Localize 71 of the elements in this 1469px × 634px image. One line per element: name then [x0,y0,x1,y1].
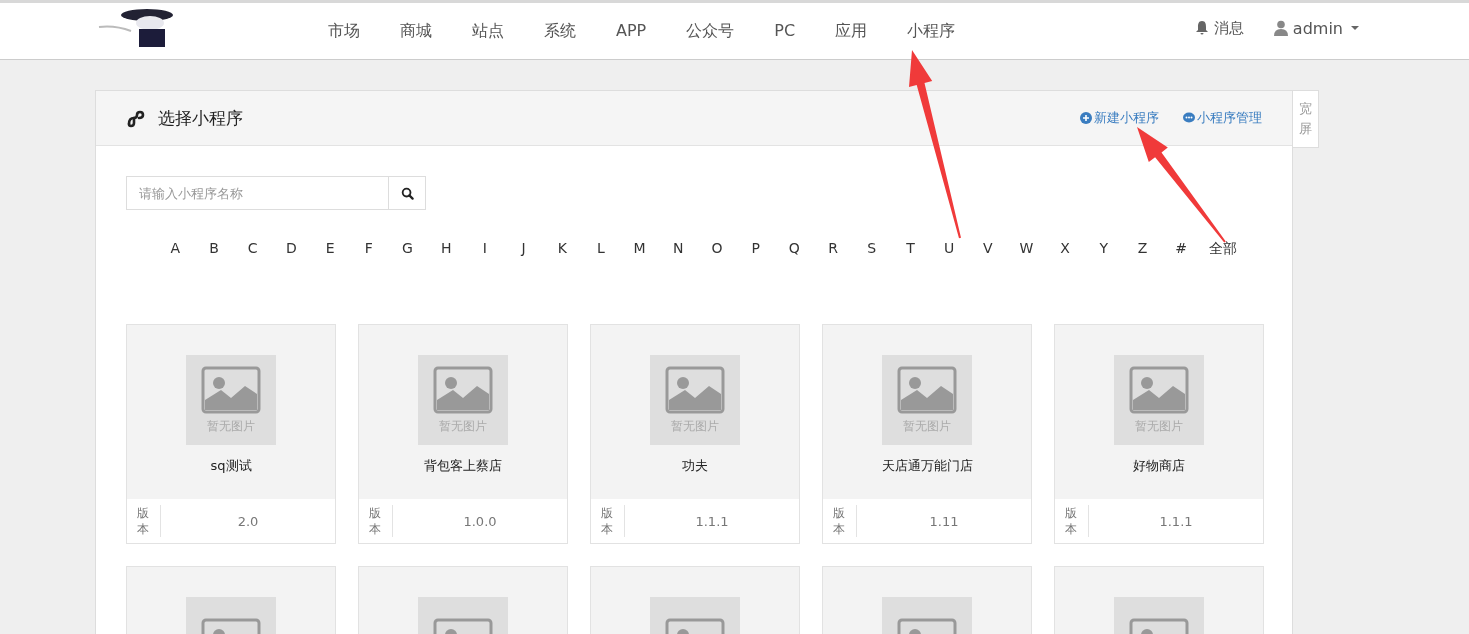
version-label: 版本 [137,505,161,537]
card-name: 背包客上蔡店 [424,457,502,475]
nav-link[interactable]: APP [596,20,667,42]
letter-filter[interactable]: H [426,240,466,258]
picture-icon [665,365,725,414]
letter-filter[interactable]: D [272,240,311,258]
version-value: 1.0.0 [462,513,498,529]
version-label: 版本 [1065,505,1089,537]
search-button[interactable] [388,176,426,210]
picture-icon [897,365,957,414]
letter-filter[interactable]: I [465,240,505,258]
user-icon [1273,20,1288,36]
letter-filter[interactable]: R [813,240,853,258]
search-field[interactable]: 请输入小程序名称 [126,176,388,210]
messages-link[interactable]: 消息 [1194,18,1244,38]
letter-filter[interactable]: U [929,240,969,258]
letter-filter[interactable]: L [581,240,621,258]
nav-link[interactable]: 应用 [815,20,888,42]
letter-filter[interactable]: S [852,240,892,258]
letter-filter[interactable]: X [1045,240,1085,258]
letter-filter[interactable]: K [542,240,582,258]
nav-link[interactable]: 市场 [308,20,380,42]
letter-filter[interactable]: W [1007,240,1046,258]
version-value: 2.0 [236,513,260,529]
letter-filter[interactable]: # [1161,240,1201,258]
letter-filter[interactable]: J [504,240,543,258]
link-icon [126,108,146,128]
letter-filter[interactable]: P [736,240,775,258]
version-label: 版本 [833,505,857,537]
nav-link[interactable]: 小程序 [887,20,976,42]
letter-filter[interactable]: Q [775,240,814,258]
letter-filter[interactable]: G [388,240,427,258]
caret-icon [1351,26,1359,30]
letter-filter[interactable]: B [194,240,234,258]
picture-icon [201,365,261,414]
picture-icon [1129,365,1189,414]
nav-link[interactable]: 系统 [524,20,596,42]
version-label: 版本 [369,505,393,537]
card-name: sq测试 [210,457,252,475]
letter-filter[interactable]: T [891,240,930,258]
version-value: 1.1.1 [1158,513,1194,529]
nav-link[interactable]: 商城 [380,20,452,42]
card-name: 天店通万能门店 [881,457,973,475]
letter-filter[interactable]: A [156,240,195,258]
letter-filter[interactable]: N [658,240,698,258]
nav-link[interactable]: 公众号 [666,20,755,42]
nav-link[interactable]: PC [754,20,816,42]
picture-icon [433,365,493,414]
user-menu[interactable]: admin [1273,18,1359,38]
card-name: 功夫 [682,457,708,475]
nav-link[interactable]: 站点 [452,20,524,42]
letter-filter[interactable]: M [620,240,659,258]
card-name: 好物商店 [1133,457,1185,475]
bell-icon [1194,20,1209,36]
letter-filter[interactable]: Y [1084,240,1124,258]
panel-title: 选择小程序 [158,106,243,130]
letter-filter[interactable]: F [349,240,389,258]
search-icon [400,186,414,200]
letter-filter[interactable]: O [697,240,737,258]
letter-filter[interactable]: V [968,240,1008,258]
version-value: 1.11 [928,513,960,529]
letter-filter[interactable]: C [233,240,273,258]
chat-bubble-icon [1183,112,1195,124]
letter-filter[interactable]: Z [1123,240,1162,258]
new-mini-program-link[interactable]: 新建小程序 [1080,109,1159,127]
letter-filter[interactable]: E [310,240,350,258]
version-value: 1.1.1 [694,513,730,529]
letter-filter[interactable]: 全部 [1208,240,1237,258]
plus-circle-icon [1080,112,1092,124]
version-label: 版本 [601,505,625,537]
manage-mini-program-link[interactable]: 小程序管理 [1183,109,1262,127]
